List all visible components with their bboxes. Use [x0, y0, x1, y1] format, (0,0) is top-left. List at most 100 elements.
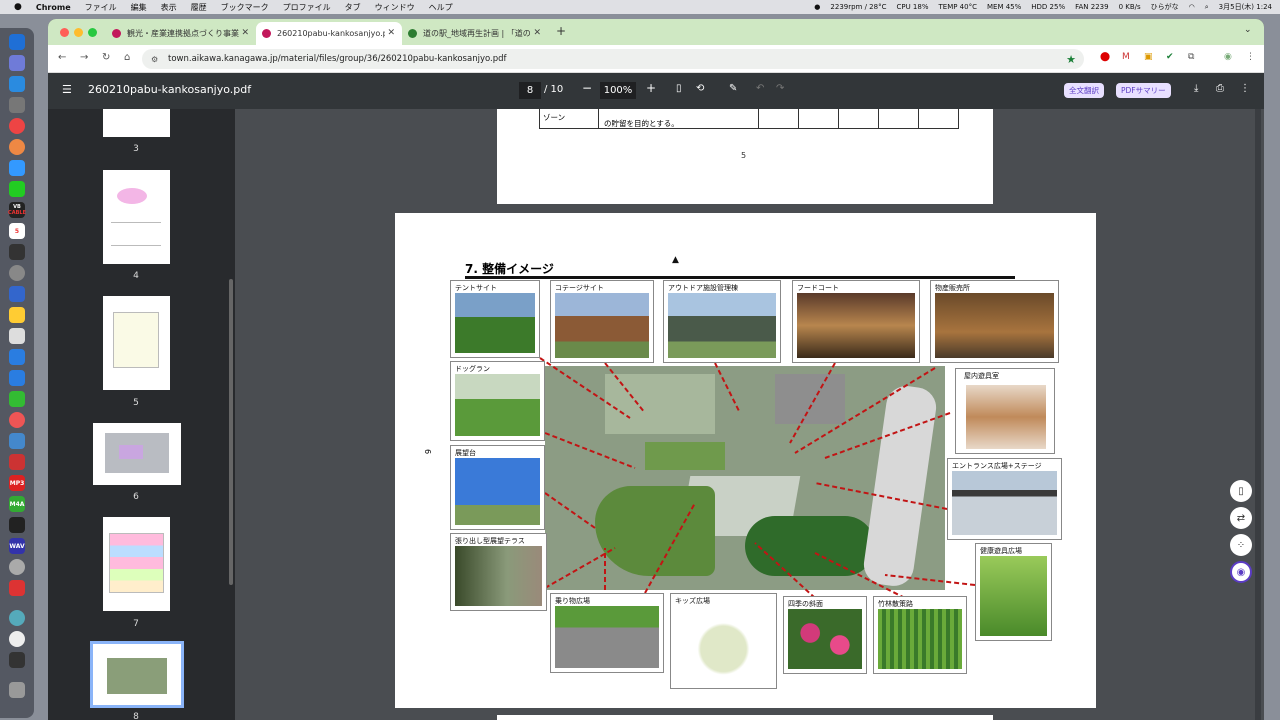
net-readout[interactable]: 0 KB/s [1119, 3, 1141, 11]
chrome-menu-icon[interactable]: ⋮ [1246, 52, 1255, 62]
bookmark-star-icon[interactable]: ★ [1066, 53, 1076, 66]
menu-edit[interactable]: 編集 [131, 2, 147, 13]
settings-icon[interactable] [9, 97, 25, 113]
ime-indicator[interactable]: ひらがな [1151, 2, 1179, 12]
side-ai-assistant-icon[interactable]: ◉ [1230, 561, 1252, 583]
thumbnail-page-7[interactable] [103, 517, 170, 611]
vb-cable-icon[interactable]: VB CABLE [8, 202, 26, 218]
page-number-input[interactable]: 8 [519, 82, 541, 99]
annotate-icon[interactable]: ✎ [729, 83, 737, 94]
minimize-window-button[interactable] [74, 28, 83, 37]
finder-icon[interactable] [9, 34, 25, 50]
audio-tool-icon[interactable] [9, 454, 25, 470]
wifi-icon[interactable]: ◠ [1189, 3, 1195, 11]
mp3-icon[interactable]: MP3 [9, 475, 25, 491]
menu-tab[interactable]: タブ [345, 2, 361, 13]
line-icon[interactable] [9, 181, 25, 197]
textedit-icon[interactable] [9, 328, 25, 344]
site-info-icon[interactable]: ⚙ [151, 55, 158, 64]
cpu-readout[interactable]: CPU 18% [896, 3, 928, 11]
viewer-scrollbar[interactable] [1255, 109, 1261, 720]
search-icon[interactable]: ⌕ [1205, 3, 1209, 12]
menu-history[interactable]: 履歴 [191, 2, 207, 13]
todo-icon[interactable] [9, 370, 25, 386]
search-app-icon[interactable] [9, 610, 25, 626]
menu-bookmarks[interactable]: ブックマーク [221, 2, 269, 13]
side-grid-icon[interactable]: ⁘ [1230, 534, 1252, 556]
calendar-icon[interactable]: 5 [9, 223, 25, 239]
tasks-icon[interactable] [9, 349, 25, 365]
side-translate-icon[interactable]: ⇄ [1230, 507, 1252, 529]
launchpad-icon[interactable] [9, 55, 25, 71]
menu-profiles[interactable]: プロファイル [283, 2, 331, 13]
thumbnail-page-5[interactable] [103, 296, 170, 390]
xcode-icon[interactable] [9, 286, 25, 302]
side-book-icon[interactable]: ▯ [1230, 480, 1252, 502]
photos-icon[interactable] [9, 412, 25, 428]
menu-view[interactable]: 表示 [161, 2, 177, 13]
thumbnail-page-6[interactable] [93, 423, 181, 485]
extension-check-icon[interactable]: ✔ [1166, 52, 1174, 62]
hdd-readout[interactable]: HDD 25% [1031, 3, 1065, 11]
tab-pdf[interactable]: 260210pabu-kankosanjyo.pdf ✕ [256, 22, 402, 45]
fan-temp-readout[interactable]: 2239rpm / 28°C [830, 3, 886, 11]
reload-icon[interactable]: ↻ [102, 52, 110, 63]
more-options-icon[interactable]: ⋮ [1240, 83, 1250, 94]
disk-icon[interactable] [9, 559, 25, 575]
hamburger-menu-icon[interactable]: ☰ [62, 83, 72, 96]
print-icon[interactable]: ⎙ [1216, 83, 1224, 94]
tab-kanko[interactable]: 観光・産業連携拠点づくり事業基本... ✕ [106, 22, 256, 45]
full-translate-button[interactable]: 全文翻訳 [1064, 83, 1104, 98]
close-window-button[interactable] [60, 28, 69, 37]
clock-app-icon[interactable] [9, 631, 25, 647]
thumbnail-scrollbar[interactable] [229, 279, 233, 585]
fan-readout[interactable]: FAN 2239 [1075, 3, 1108, 11]
terminal-icon[interactable] [9, 517, 25, 533]
menu-window[interactable]: ウィンドウ [375, 2, 415, 13]
trash-icon[interactable] [9, 682, 25, 698]
redo-icon[interactable]: ↷ [776, 83, 784, 94]
zoom-input[interactable]: 100% [600, 82, 636, 99]
temp-readout[interactable]: TEMP 40°C [939, 3, 977, 11]
tab-search-icon[interactable]: ⌄ [1244, 25, 1252, 35]
notes-icon[interactable] [9, 307, 25, 323]
extension-gmail-icon[interactable]: M [1122, 52, 1130, 62]
tab-michinoeki[interactable]: 道の駅_地域再生計画 | 「道の駅... ✕ [402, 22, 548, 45]
chrome-icon[interactable] [9, 118, 25, 134]
extensions-puzzle-icon[interactable]: ⧉ [1188, 52, 1194, 62]
clock[interactable]: 3月5日(木) 1:24 [1219, 2, 1272, 12]
app-menu-chrome[interactable]: Chrome [36, 3, 71, 12]
mail-icon[interactable] [9, 160, 25, 176]
window-icon[interactable] [9, 244, 25, 260]
back-icon[interactable]: ← [58, 52, 66, 63]
forward-icon[interactable]: → [80, 52, 88, 63]
pdf-summary-button[interactable]: PDFサマリー [1116, 83, 1171, 98]
close-tab-icon[interactable]: ✕ [533, 28, 541, 38]
thumbnail-page-4[interactable] [103, 170, 170, 264]
disk-utility-icon[interactable] [9, 265, 25, 281]
menu-help[interactable]: ヘルプ [429, 2, 453, 13]
rotate-icon[interactable]: ⟲ [696, 83, 704, 94]
address-bar[interactable]: ⚙ town.aikawa.kanagawa.jp/material/files… [142, 49, 1084, 69]
zoom-in-icon[interactable]: + [646, 81, 656, 95]
mem-readout[interactable]: MEM 45% [987, 3, 1021, 11]
m4a-icon[interactable]: M4A [9, 496, 25, 512]
zoom-out-icon[interactable]: − [582, 81, 592, 95]
close-tab-icon[interactable]: ✕ [387, 28, 395, 38]
download-icon[interactable]: ⤓ [1194, 83, 1198, 94]
record-icon[interactable]: ● [814, 3, 820, 11]
menu-file[interactable]: ファイル [85, 2, 117, 13]
firefox-icon[interactable] [9, 139, 25, 155]
fit-page-icon[interactable]: ▯ [676, 83, 682, 94]
profile-avatar[interactable]: ◉ [1224, 52, 1232, 62]
undo-icon[interactable]: ↶ [756, 83, 764, 94]
wav-icon[interactable]: WAV [9, 538, 25, 554]
preview-icon[interactable] [9, 433, 25, 449]
pdf-tool-icon[interactable] [9, 580, 25, 596]
close-tab-icon[interactable]: ✕ [241, 28, 249, 38]
zoom-window-button[interactable] [88, 28, 97, 37]
extension-adblock-icon[interactable]: ⬤ [1100, 52, 1110, 62]
home-icon[interactable]: ⌂ [124, 52, 130, 63]
extension-lock-icon[interactable]: ▣ [1144, 52, 1153, 62]
thumbnail-page-3[interactable] [103, 109, 170, 137]
